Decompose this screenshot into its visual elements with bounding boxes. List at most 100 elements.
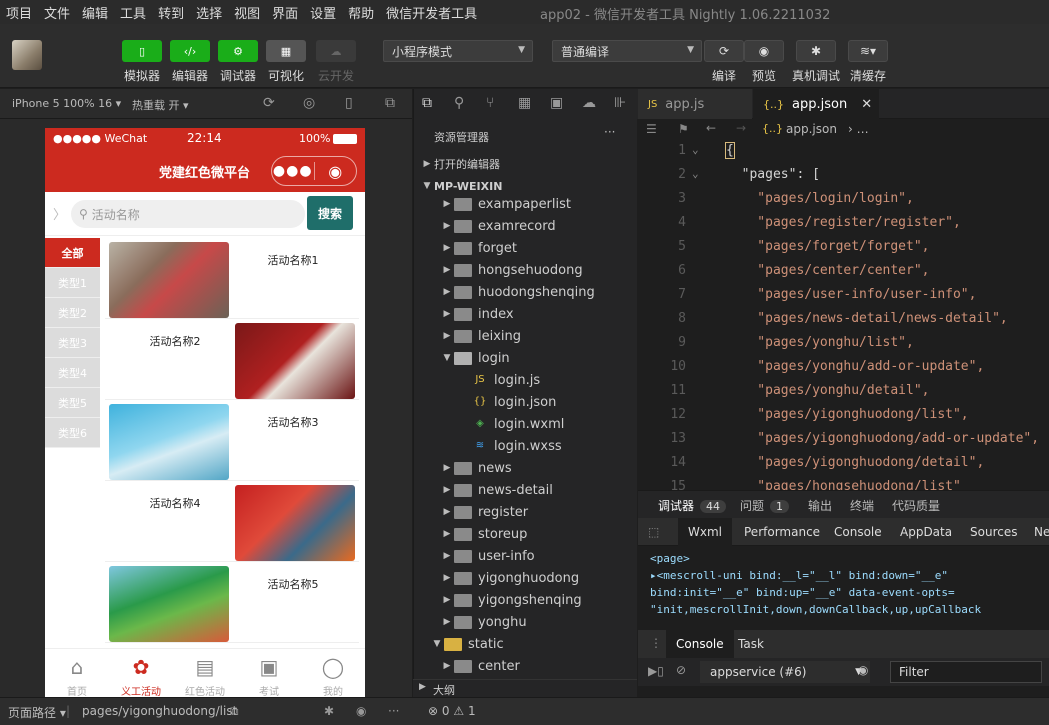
close-icon[interactable]: ✕ <box>861 97 872 112</box>
menu-item[interactable]: 转到 <box>152 3 190 22</box>
clear-console-icon[interactable]: ⊘ <box>676 663 686 677</box>
folder-item[interactable]: ▶ news-detail <box>414 479 638 501</box>
files-icon[interactable]: ⧉ <box>422 95 432 111</box>
tab-output[interactable]: 输出 <box>808 497 832 514</box>
cloud-button[interactable]: ☁ <box>316 40 356 62</box>
rotate-icon[interactable]: ⟳ <box>263 95 275 111</box>
back-icon[interactable]: ← <box>706 121 716 135</box>
tab-home[interactable]: ⌂ 首页 <box>45 649 109 697</box>
tab-network[interactable]: Ne <box>1024 518 1049 546</box>
debugger-button[interactable]: ⚙ <box>218 40 258 62</box>
hot-reload-toggle[interactable]: 热重载 开 ▾ <box>132 97 189 113</box>
folder-item[interactable]: ▶ leixing <box>414 325 638 347</box>
bug-icon[interactable]: ✱ <box>324 704 334 718</box>
folder-item[interactable]: ▶ forget <box>414 237 638 259</box>
folder-item[interactable]: ▶ user-info <box>414 545 638 567</box>
outline-section[interactable]: ▶ 大纲 <box>413 679 637 697</box>
cloud-icon[interactable]: ☁ <box>582 95 596 111</box>
avatar[interactable] <box>12 40 42 70</box>
more-icon[interactable]: ··· <box>388 704 399 718</box>
eye-icon[interactable]: ◉ <box>858 663 868 677</box>
clear-cache-button[interactable]: ≋▾ <box>848 40 888 62</box>
tab-app-json[interactable]: {..} app.json ✕ <box>753 89 879 119</box>
tab-appdata[interactable]: AppData <box>890 518 962 546</box>
activity-card[interactable]: 活动名称2 <box>105 319 359 400</box>
search-input[interactable]: ⚲ 活动名称 <box>71 200 305 228</box>
wxml-node[interactable]: bind:init="__e" bind:up="__e" data-event… <box>650 584 1037 601</box>
folder-item[interactable]: ▶ hongsehuodong <box>414 259 638 281</box>
category-item[interactable]: 类型4 <box>45 358 100 388</box>
popout-icon[interactable]: ⧉ <box>385 95 395 111</box>
activity-card[interactable]: 活动名称3 <box>105 400 359 481</box>
tab-user[interactable]: ◯ 我的 <box>301 649 365 697</box>
folder-item[interactable]: ▼ static <box>414 633 638 655</box>
tab-performance[interactable]: Performance <box>734 518 830 546</box>
tab-exam[interactable]: ▣ 考试 <box>237 649 301 697</box>
device-select[interactable]: iPhone 5 100% 16 ▾ <box>12 97 121 110</box>
file-item[interactable]: {} login.json <box>414 391 638 413</box>
search-icon[interactable]: ⚲ <box>454 95 464 111</box>
wxml-node[interactable]: ▸<mescroll-uni bind:__l="__l" bind:down=… <box>650 567 1037 584</box>
forward-icon[interactable]: → <box>736 121 746 135</box>
split-icon[interactable]: ⊪ <box>614 95 626 111</box>
menu-item[interactable]: 项目 <box>0 3 38 22</box>
extensions-icon[interactable]: ▦ <box>518 95 531 111</box>
folder-item[interactable]: ▶ center <box>414 655 638 677</box>
breadcrumb-file[interactable]: app.json <box>786 122 837 136</box>
category-item[interactable]: 类型5 <box>45 388 100 418</box>
folder-item[interactable]: ▶ news <box>414 457 638 479</box>
activity-card[interactable]: 活动名称4 <box>105 481 359 562</box>
menu-item[interactable]: 编辑 <box>76 3 114 22</box>
bookmark-icon[interactable]: ⚑ <box>678 122 689 136</box>
editor-button[interactable]: ‹/› <box>170 40 210 62</box>
tab-debugger[interactable]: 调试器 44 <box>658 497 727 514</box>
search-button[interactable]: 搜索 <box>307 196 353 230</box>
menu-item[interactable]: 文件 <box>38 3 76 22</box>
save-icon[interactable]: ▣ <box>550 95 563 111</box>
folder-item[interactable]: ▶ yonghu <box>414 611 638 633</box>
activity-card[interactable]: 活动名称1 <box>105 238 359 319</box>
phone-icon[interactable]: ▯ <box>345 95 353 111</box>
folder-item[interactable]: ▶ examrecord <box>414 215 638 237</box>
tab-task[interactable]: Task <box>738 637 764 651</box>
menu-item[interactable]: 设置 <box>304 3 342 22</box>
eye-icon[interactable]: ◉ <box>356 704 366 718</box>
menu-item[interactable]: 界面 <box>266 3 304 22</box>
tab-activity[interactable]: ✿ 义工活动 <box>109 649 173 697</box>
folder-item[interactable]: ▶ exampaperlist <box>414 193 638 215</box>
visual-button[interactable]: ▦ <box>266 40 306 62</box>
category-item[interactable]: 类型6 <box>45 418 100 448</box>
context-select[interactable]: appservice (#6) ▼ <box>700 661 870 683</box>
tab-calendar[interactable]: ▤ 红色活动 <box>173 649 237 697</box>
folder-item[interactable]: ▶ storeup <box>414 523 638 545</box>
folder-item[interactable]: ▶ yigonghuodong <box>414 567 638 589</box>
fold-icon[interactable]: ⌄ <box>692 167 699 180</box>
more-icon[interactable]: ··· <box>604 125 615 139</box>
capsule-menu[interactable]: ●●● ◉ <box>271 156 357 186</box>
category-item[interactable]: 类型2 <box>45 298 100 328</box>
activity-card[interactable]: 活动名称5 <box>105 562 359 643</box>
copy-icon[interactable]: ⧉ <box>230 704 239 719</box>
tab-console[interactable]: Console <box>824 518 892 546</box>
menu-item[interactable]: 选择 <box>190 3 228 22</box>
more-icon[interactable]: ●●● <box>272 163 314 179</box>
close-miniprogram-icon[interactable]: ◉ <box>315 162 357 181</box>
drawer-menu-icon[interactable]: ⋮ <box>650 636 662 650</box>
fold-icon[interactable]: ⌄ <box>692 143 699 156</box>
folder-item[interactable]: ▶ huodongshenqing <box>414 281 638 303</box>
mode-select[interactable]: 小程序模式 ▼ <box>383 40 533 62</box>
category-item[interactable]: 全部 <box>45 238 100 268</box>
compile-button[interactable]: ⟳ <box>704 40 744 62</box>
tab-code-quality[interactable]: 代码质量 <box>892 497 940 514</box>
list-icon[interactable]: ☰ <box>646 122 657 136</box>
tab-sources[interactable]: Sources <box>960 518 1027 546</box>
folder-item[interactable]: ▶ register <box>414 501 638 523</box>
wxml-node[interactable]: "init,mescrollInit,down,downCallback,up,… <box>650 601 1037 618</box>
category-item[interactable]: 类型1 <box>45 268 100 298</box>
file-item[interactable]: JS login.js <box>414 369 638 391</box>
tab-console-drawer[interactable]: Console <box>666 630 734 658</box>
preview-button[interactable]: ◉ <box>744 40 784 62</box>
console-filter-input[interactable]: Filter <box>890 661 1042 683</box>
sidebar-toggle-icon[interactable]: ▶▯ <box>648 664 664 678</box>
file-item[interactable]: ≋ login.wxss <box>414 435 638 457</box>
